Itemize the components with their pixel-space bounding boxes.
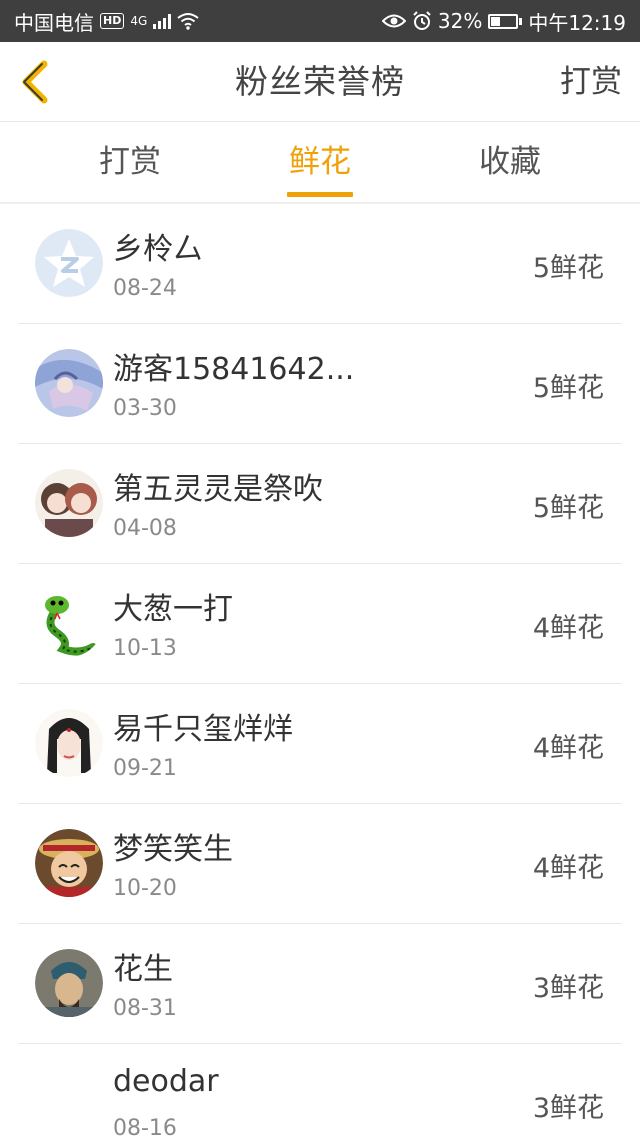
list-item[interactable]: 第五灵灵是祭吹 04-08 5鲜花 (18, 444, 622, 564)
active-tab-indicator (287, 192, 353, 197)
two-anime-characters-avatar-icon (35, 469, 103, 537)
signal-icon (153, 13, 172, 29)
reward-date: 08-16 (113, 1116, 177, 1138)
user-name: 第五灵灵是祭吹 (113, 472, 323, 507)
network-type-label: 4G (130, 14, 148, 28)
reward-date: 04-08 (113, 516, 177, 541)
wifi-icon (177, 13, 199, 30)
list-item[interactable]: 游客15841642... 03-30 5鲜花 (18, 324, 622, 444)
user-name: 易千只玺烊烊 (113, 712, 293, 747)
user-name: 乡柃厶 (113, 232, 203, 267)
hd-icon: HD (100, 13, 125, 29)
reward-date: 10-13 (113, 636, 177, 661)
reward-date: 09-21 (113, 756, 177, 781)
status-bar: 中国电信 HD 4G 32% 中午12:19 (0, 0, 640, 42)
qq-default-avatar-icon (35, 229, 103, 297)
reward-date: 08-31 (113, 996, 177, 1021)
flower-count: 3鲜花 (532, 1093, 604, 1124)
battery-percent: 32% (437, 9, 483, 33)
warrior-avatar-icon (35, 949, 103, 1017)
flower-count: 5鲜花 (532, 373, 604, 404)
page-title: 粉丝荣誉榜 (235, 62, 405, 101)
reward-button[interactable]: 打赏 (560, 42, 622, 122)
anime-girl-avatar-icon (35, 349, 103, 417)
battery-icon (488, 13, 523, 29)
list-item[interactable]: 易千只玺烊烊 09-21 4鲜花 (18, 684, 622, 804)
flower-count: 3鲜花 (532, 973, 604, 1004)
list-item[interactable]: 花生 08-31 3鲜花 (18, 924, 622, 1044)
flower-count: 4鲜花 (532, 733, 604, 764)
user-name: 大葱一打 (113, 592, 233, 627)
flower-count: 4鲜花 (532, 853, 604, 884)
eye-icon (381, 14, 406, 28)
ancient-lady-avatar-icon (35, 709, 103, 777)
fan-list: 乡柃厶 08-24 5鲜花 游客15841642... 03-30 5鲜花 第五… (0, 204, 640, 1138)
user-name: 梦笑笑生 (113, 832, 233, 867)
flower-count: 4鲜花 (532, 613, 604, 644)
clock: 中午12:19 (528, 10, 626, 35)
tab-reward[interactable]: 打赏 (60, 122, 200, 204)
flower-count: 5鲜花 (532, 253, 604, 284)
list-item[interactable]: 乡柃厶 08-24 5鲜花 (18, 204, 622, 324)
list-item[interactable]: 梦笑笑生 10-20 4鲜花 (18, 804, 622, 924)
alarm-icon (413, 11, 431, 30)
header: 粉丝荣誉榜 打赏 (0, 42, 640, 122)
reward-date: 08-24 (113, 276, 177, 301)
user-name: 花生 (113, 952, 173, 987)
user-name: deodar (113, 1064, 219, 1099)
list-item[interactable]: 大葱一打 10-13 4鲜花 (18, 564, 622, 684)
reward-date: 03-30 (113, 396, 177, 421)
green-snake-avatar-icon (35, 589, 103, 657)
flower-count: 5鲜花 (532, 493, 604, 524)
reward-date: 10-20 (113, 876, 177, 901)
luffy-avatar-icon (35, 829, 103, 897)
blank-avatar-icon (35, 1069, 103, 1137)
carrier-label: 中国电信 (14, 10, 94, 35)
list-item[interactable]: deodar 08-16 3鲜花 (18, 1044, 622, 1138)
tab-favorites[interactable]: 收藏 (440, 122, 580, 204)
tab-bar: 打赏 鲜花 收藏 (0, 122, 640, 204)
user-name: 游客15841642... (113, 352, 355, 387)
